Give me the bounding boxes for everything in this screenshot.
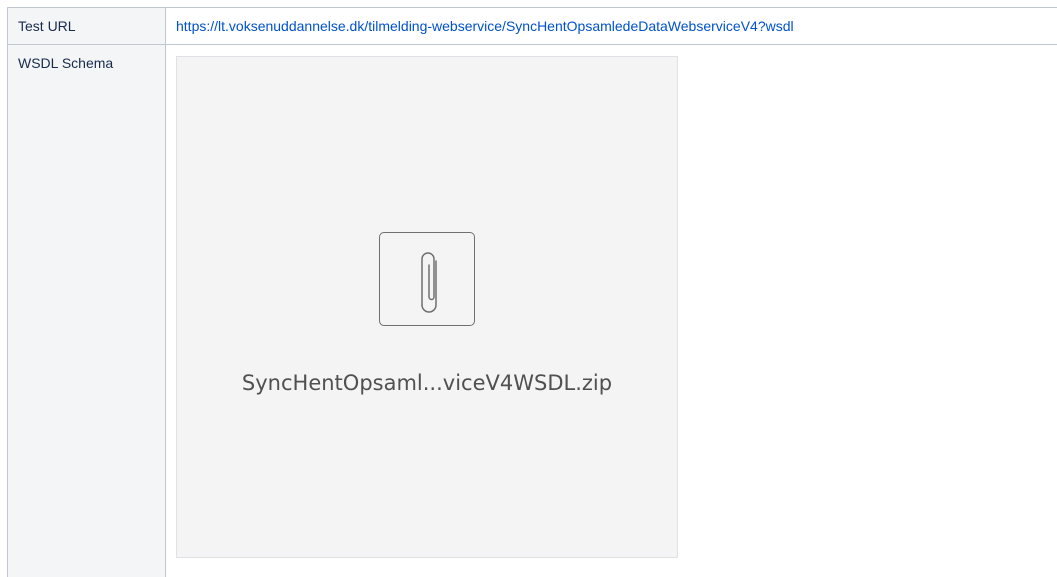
info-table-container: Test URL https://lt.voksenuddannelse.dk/… bbox=[7, 7, 1057, 577]
info-table: Test URL https://lt.voksenuddannelse.dk/… bbox=[7, 7, 1057, 577]
attachment-file-name: SyncHentOpsaml...viceV4WSDL.zip bbox=[241, 371, 613, 395]
header-cell-wsdl-schema: WSDL Schema bbox=[7, 44, 166, 577]
table-row-wsdl-schema: WSDL Schema SyncHentOpsaml...viceV4WSDL.… bbox=[7, 44, 1057, 577]
test-url-label: Test URL bbox=[18, 18, 76, 34]
paperclip-icon bbox=[379, 232, 475, 326]
test-url-link[interactable]: https://lt.voksenuddannelse.dk/tilmeldin… bbox=[176, 18, 794, 34]
value-cell-wsdl-schema: SyncHentOpsaml...viceV4WSDL.zip bbox=[165, 44, 1057, 577]
wsdl-schema-label: WSDL Schema bbox=[18, 55, 114, 71]
table-row-test-url: Test URL https://lt.voksenuddannelse.dk/… bbox=[7, 7, 1057, 45]
attachment-card[interactable]: SyncHentOpsaml...viceV4WSDL.zip bbox=[176, 56, 678, 558]
header-cell-test-url: Test URL bbox=[7, 7, 166, 45]
value-cell-test-url: https://lt.voksenuddannelse.dk/tilmeldin… bbox=[165, 7, 1057, 45]
